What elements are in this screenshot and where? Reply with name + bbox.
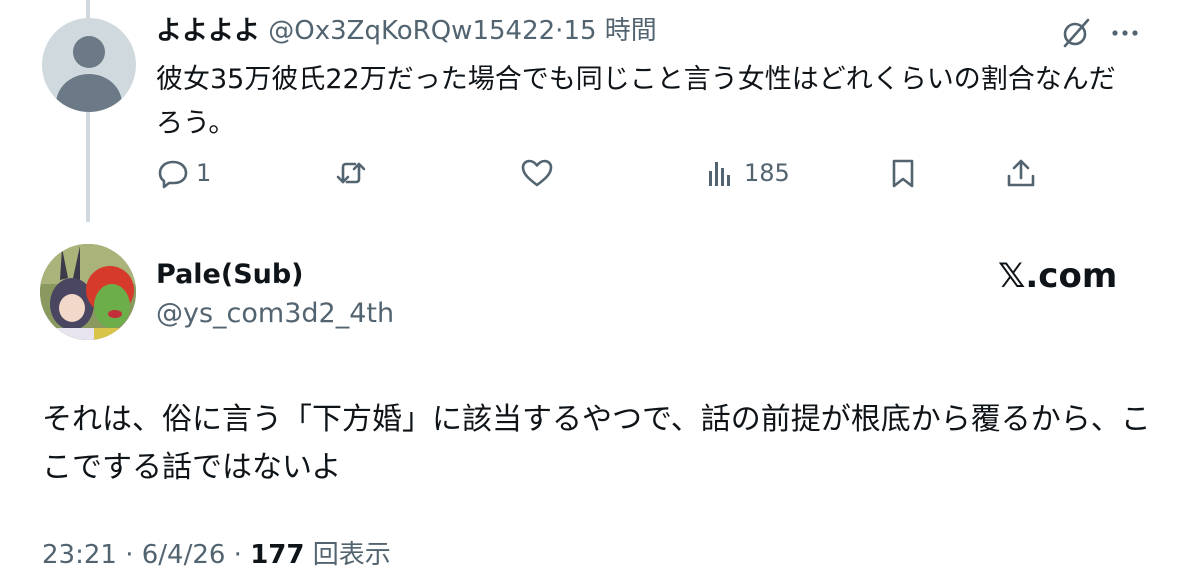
tweet-views-label: 回表示 (304, 540, 391, 570)
retweet-button[interactable] (334, 155, 374, 191)
more-icon[interactable] (1108, 18, 1142, 48)
avatar-head-shape (73, 36, 105, 68)
x-logo-brand: 𝕏.com (998, 256, 1118, 296)
share-button[interactable] (1004, 155, 1038, 191)
reply-text: 彼女35万彼氏22万だった場合でも同じこと言う女性はどれくらいの割合なんだろう。 (156, 64, 1116, 139)
grok-icon[interactable] (1059, 16, 1093, 50)
reply-avatar[interactable] (42, 18, 136, 112)
reply-handle[interactable]: @Ox3ZqKoRQw15422 (268, 16, 555, 46)
retweet-icon (336, 162, 366, 184)
bookmark-button[interactable] (886, 155, 920, 191)
like-icon (521, 159, 553, 187)
reply-header: よよよよ @Ox3ZqKoRQw15422·15 時間 (156, 14, 657, 48)
like-button[interactable] (520, 155, 560, 191)
tweet-timestamp[interactable]: 23:21 · 6/4/26 · (42, 540, 250, 570)
reply-button[interactable]: 1 (156, 155, 211, 191)
share-icon (1007, 159, 1035, 187)
views-button[interactable]: 185 (704, 155, 790, 191)
author-avatar[interactable] (40, 244, 136, 340)
views-count: 185 (744, 159, 790, 187)
thread-line (86, 108, 90, 222)
author-display-name[interactable]: Pale(Sub) (156, 257, 304, 293)
reply-time[interactable]: 15 時間 (563, 16, 656, 46)
reply-count: 1 (196, 159, 212, 187)
tweet-text: それは、俗に言う「下方婚」に該当するやつで、話の前提が根底から覆るから、ここです… (42, 402, 1151, 485)
tweet-footer: 23:21 · 6/4/26 · 177 回表示 (42, 538, 391, 572)
thread-line-top (86, 0, 90, 20)
avatar-body-shape (56, 74, 122, 112)
author-handle[interactable]: @ys_com3d2_4th (156, 296, 394, 332)
reply-display-name[interactable]: よよよよ (156, 16, 260, 46)
tweet-views-count: 177 (250, 540, 305, 570)
views-icon (709, 162, 730, 186)
bookmark-icon (892, 159, 914, 188)
reply-icon (158, 160, 188, 189)
